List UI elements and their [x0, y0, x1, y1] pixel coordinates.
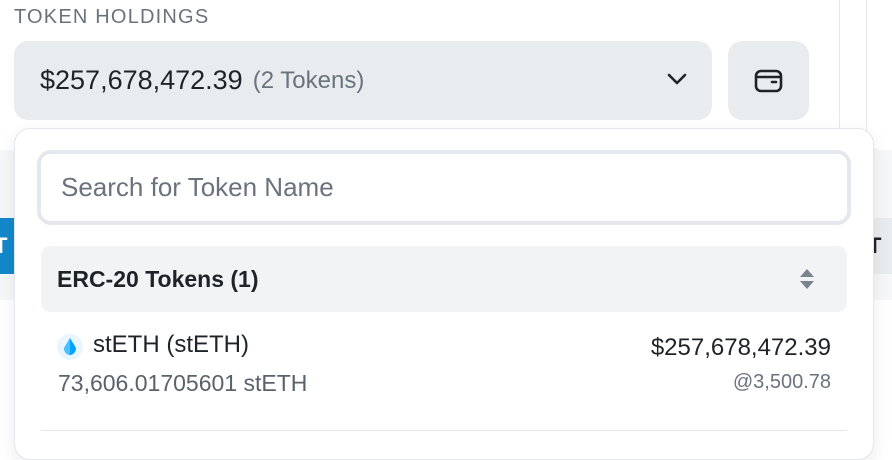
background-tab-text: T	[0, 233, 8, 258]
token-holdings-select[interactable]: $257,678,472.39 (2 Tokens)	[14, 41, 712, 120]
token-value: $257,678,472.39	[650, 334, 831, 361]
right-card-edge	[866, 0, 892, 151]
wallet-icon	[754, 69, 782, 92]
token-search-input[interactable]	[41, 154, 847, 221]
token-dropdown: ERC-20 Tokens (1) stETH (stETH) 73,606.0…	[14, 128, 874, 460]
erc20-group-header[interactable]: ERC-20 Tokens (1)	[41, 246, 847, 312]
search-wrapper	[37, 150, 851, 225]
background-tab-active[interactable]: T	[0, 218, 14, 274]
holdings-total-value: $257,678,472.39	[40, 65, 243, 95]
token-name: stETH (stETH)	[93, 331, 249, 358]
erc20-group-title: ERC-20 Tokens (1)	[57, 265, 259, 292]
sort-icon	[800, 269, 814, 289]
token-quantity: 73,606.01705601 stETH	[58, 370, 308, 396]
wallet-button[interactable]	[728, 41, 809, 120]
chevron-down-icon	[667, 73, 687, 85]
row-divider	[41, 430, 847, 431]
holdings-token-count: (2 Tokens)	[252, 66, 365, 94]
token-holdings-label: TOKEN HOLDINGS	[14, 6, 210, 28]
token-row-steth[interactable]: stETH (stETH) 73,606.01705601 stETH $257…	[41, 321, 847, 401]
steth-icon	[57, 334, 83, 360]
token-rate: @3,500.78	[732, 371, 831, 393]
